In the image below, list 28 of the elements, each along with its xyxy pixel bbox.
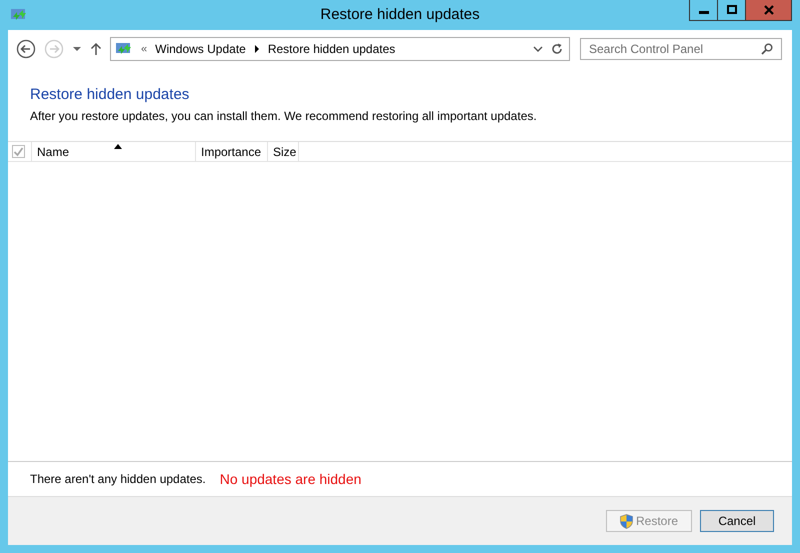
sort-arrow-icon	[114, 144, 122, 149]
close-button[interactable]	[746, 0, 791, 20]
breadcrumb[interactable]: Restore hidden updates	[268, 42, 396, 56]
annotation-text: No updates are hidden	[220, 471, 362, 487]
address-bar[interactable]: « Windows Update Restore hidden updates	[110, 37, 570, 61]
app-icon	[10, 8, 28, 22]
shield-icon	[620, 514, 633, 528]
column-header[interactable]: Name	[32, 142, 196, 161]
search-field[interactable]: Search Control Panel	[580, 38, 782, 60]
dropdown-icon[interactable]	[72, 44, 82, 54]
status-text: There aren't any hidden updates.	[30, 472, 206, 486]
page-heading: Restore hidden updates	[30, 86, 190, 103]
breadcrumb-arrow-icon[interactable]	[254, 45, 260, 53]
overflow-chevron[interactable]: «	[141, 43, 148, 55]
description-text: After you restore updates, you can install them. We recommend restoring all important updates.	[30, 109, 538, 123]
close-icon	[764, 5, 774, 15]
search-icon	[761, 43, 773, 55]
chevron-down-icon[interactable]	[533, 45, 543, 53]
back-icon[interactable]	[16, 39, 36, 59]
up-arrow-icon[interactable]	[90, 42, 102, 56]
app-icon	[115, 42, 133, 56]
column-header[interactable]: Size	[268, 142, 299, 161]
dialog-button[interactable]: Cancel	[700, 510, 774, 532]
window-title: Restore hidden updates	[320, 6, 480, 23]
refresh-icon[interactable]	[551, 43, 563, 55]
maximize-icon	[726, 5, 736, 15]
column-header[interactable]: Importance	[196, 142, 268, 161]
breadcrumb[interactable]: Windows Update	[155, 42, 246, 56]
